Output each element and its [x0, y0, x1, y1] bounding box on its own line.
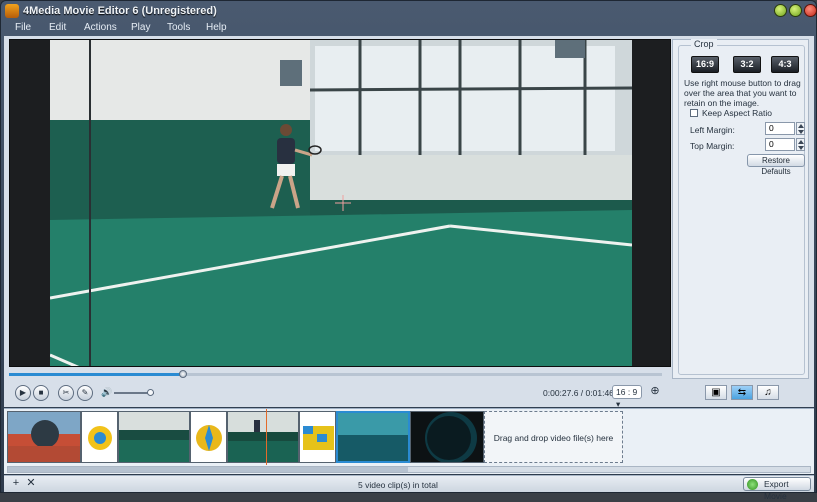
transition-thumbnail[interactable] [190, 411, 227, 463]
volume-icon[interactable]: 🔊 [101, 387, 112, 398]
seek-progress [9, 373, 183, 376]
keep-aspect-label: Keep Aspect Ratio [702, 108, 772, 118]
menu-actions[interactable]: Actions [84, 22, 117, 33]
aspect-value: 16 : 9 [616, 387, 638, 397]
transition-thumbnail[interactable] [299, 411, 336, 463]
left-margin-input[interactable]: 0 [765, 122, 795, 135]
crop-group: Crop 16:9 3:2 4:3 Use right mouse button… [678, 39, 805, 375]
status-bar: + ✕ 5 video clip(s) in total Export Movi… [4, 475, 814, 501]
clip-thumbnail[interactable] [410, 411, 484, 463]
snapshot-icon[interactable]: ⊕ [647, 385, 663, 399]
menu-play[interactable]: Play [131, 22, 150, 33]
tennis-court-scene [50, 40, 632, 366]
app-window: 4Media Movie Editor 6 (Unregistered) Fil… [0, 0, 817, 501]
timeline-panel: Drag and drop video file(s) here [4, 408, 814, 474]
left-margin-stepper[interactable]: 0 [765, 122, 805, 135]
add-icon[interactable]: + [10, 478, 22, 490]
menu-file[interactable]: File [15, 22, 31, 33]
video-frame-image[interactable] [50, 40, 632, 366]
checkbox-box[interactable] [690, 109, 698, 117]
ratio-16-9-button[interactable]: 16:9 [691, 56, 719, 73]
left-margin-label: Left Margin: [690, 125, 735, 135]
side-panel-tabs: ▣ ⇆ ♫ [672, 382, 809, 404]
volume-thumb[interactable] [147, 389, 154, 396]
playhead-marker[interactable] [266, 409, 267, 465]
top-margin-arrows[interactable] [796, 138, 805, 151]
time-readout: 0:00:27.6 / 0:01:46.6 [543, 388, 621, 398]
export-label: Export Movie [764, 479, 789, 501]
clip-1-image [8, 412, 80, 462]
ratio-4-3-button[interactable]: 4:3 [771, 56, 799, 73]
remove-icon[interactable]: ✕ [25, 478, 37, 490]
stop-button[interactable]: ■ [33, 385, 49, 401]
crop-panel: Crop 16:9 3:2 4:3 Use right mouse button… [672, 39, 809, 379]
timeline-scroll-thumb[interactable] [8, 467, 408, 472]
ratio-3-2-button[interactable]: 3:2 [733, 56, 761, 73]
top-margin-label: Top Margin: [690, 141, 735, 151]
seek-bar[interactable] [9, 370, 662, 378]
crop-tab-icon[interactable]: ⇆ [731, 385, 753, 400]
video-preview[interactable] [9, 39, 671, 367]
keep-aspect-checkbox[interactable]: Keep Aspect Ratio [690, 108, 772, 118]
restore-defaults-button[interactable]: Restore Defaults [747, 154, 805, 176]
clip-thumbnail[interactable] [7, 411, 81, 463]
minimize-button[interactable] [774, 4, 787, 17]
timeline-scrollbar[interactable] [7, 466, 811, 473]
left-margin-arrows[interactable] [796, 122, 805, 135]
seek-thumb[interactable] [178, 370, 187, 378]
menu-edit[interactable]: Edit [49, 22, 66, 33]
crop-group-label: Crop [691, 39, 717, 49]
clip-thumbnail-selected[interactable] [336, 411, 410, 463]
transition-thumbnail[interactable] [81, 411, 118, 463]
export-movie-button[interactable]: Export Movie [743, 477, 811, 501]
top-margin-stepper[interactable]: 0 [765, 138, 805, 151]
video-tab-icon[interactable]: ▣ [705, 385, 727, 400]
maximize-button[interactable] [789, 4, 802, 17]
volume-slider[interactable] [114, 389, 154, 396]
top-margin-input[interactable]: 0 [765, 138, 795, 151]
clip-thumbnail[interactable] [118, 411, 190, 463]
menu-tools[interactable]: Tools [167, 22, 190, 33]
audio-tab-icon[interactable]: ♫ [757, 385, 779, 400]
title-bar[interactable]: 4Media Movie Editor 6 (Unregistered) [1, 1, 817, 21]
play-button[interactable]: ▶ [15, 385, 31, 401]
close-button[interactable] [804, 4, 817, 17]
menu-bar: File Edit Actions Play Tools Help [1, 21, 816, 36]
clip-thumbnail[interactable] [227, 411, 299, 463]
app-logo-icon [5, 4, 19, 18]
aspect-select[interactable]: 16 : 9 ▾ [612, 385, 642, 409]
crop-hint-text: Use right mouse button to drag over the … [684, 78, 801, 108]
export-icon [747, 479, 758, 490]
player-controls: ▶ ■ ✂ ✎ 🔊 0:00:27.6 / 0:01:46.6 16 : 9 ▾… [9, 369, 671, 409]
clip-count-text: 5 video clip(s) in total [358, 480, 438, 490]
menu-help[interactable]: Help [206, 22, 227, 33]
window-title: 4Media Movie Editor 6 (Unregistered) [23, 5, 217, 17]
effect-icon[interactable]: ✎ [77, 385, 93, 401]
drop-zone[interactable]: Drag and drop video file(s) here [484, 411, 623, 463]
cut-icon[interactable]: ✂ [58, 385, 74, 401]
